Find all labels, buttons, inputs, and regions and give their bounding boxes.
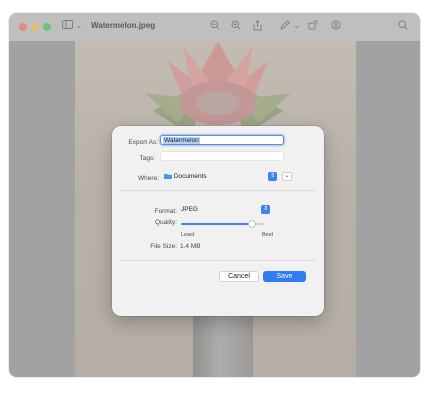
export-as-label: Export As: [128, 139, 158, 146]
file-size-value: 1.4 MB [180, 243, 201, 250]
export-as-value: Watermelon [163, 137, 200, 144]
title-bar: ⌄ Watermelon.jpeg ⌄ [9, 13, 420, 41]
share-icon[interactable] [253, 20, 262, 34]
quality-slider[interactable] [181, 220, 264, 228]
divider-bottom [120, 260, 316, 261]
document-area: Export As: Watermelon Tags: Where: Docum… [9, 41, 420, 377]
zoom-button[interactable] [43, 23, 51, 31]
divider-top [120, 190, 316, 191]
rotate-icon[interactable] [308, 20, 318, 33]
chevron-down-icon[interactable]: ⌄ [75, 19, 83, 31]
where-label: Where: [138, 175, 159, 182]
format-popup[interactable]: JPEG [181, 204, 261, 215]
markup-icon[interactable] [280, 20, 291, 33]
save-button[interactable]: Save [263, 271, 306, 282]
zoom-out-icon[interactable] [210, 20, 220, 33]
format-value: JPEG [181, 206, 198, 213]
where-value: Documents [173, 173, 207, 180]
zoom-in-icon[interactable] [231, 20, 241, 33]
close-button[interactable] [19, 23, 27, 31]
quality-max-label: Best [262, 232, 274, 238]
search-icon[interactable] [398, 20, 408, 33]
quality-slider-fill [181, 223, 252, 225]
file-size-label: File Size: [150, 243, 177, 250]
export-dialog: Export As: Watermelon Tags: Where: Docum… [112, 126, 324, 316]
minimize-button[interactable] [31, 23, 39, 31]
tags-label: Tags: [139, 155, 155, 162]
format-label: Format: [154, 208, 177, 215]
sidebar-icon[interactable] [62, 20, 73, 32]
quality-slider-thumb[interactable] [247, 220, 256, 228]
expand-chevron-icon[interactable]: ⌄ [282, 172, 292, 181]
quality-min-label: Least [181, 232, 195, 238]
where-stepper[interactable]: ⇕ [268, 172, 277, 181]
preview-window: ⌄ Watermelon.jpeg ⌄ Export As: Watermelo… [9, 13, 420, 377]
export-as-field[interactable]: Watermelon [160, 135, 284, 145]
window-title: Watermelon.jpeg [91, 21, 156, 30]
folder-icon [164, 173, 172, 179]
quality-label: Quality: [154, 219, 177, 226]
annotate-icon[interactable] [331, 20, 341, 33]
markup-chevron-icon[interactable]: ⌄ [293, 19, 301, 31]
tags-field[interactable] [160, 151, 284, 161]
cancel-button[interactable]: Cancel [219, 271, 259, 282]
format-stepper[interactable]: ⇕ [261, 205, 270, 214]
where-popup[interactable]: Documents [164, 171, 268, 182]
